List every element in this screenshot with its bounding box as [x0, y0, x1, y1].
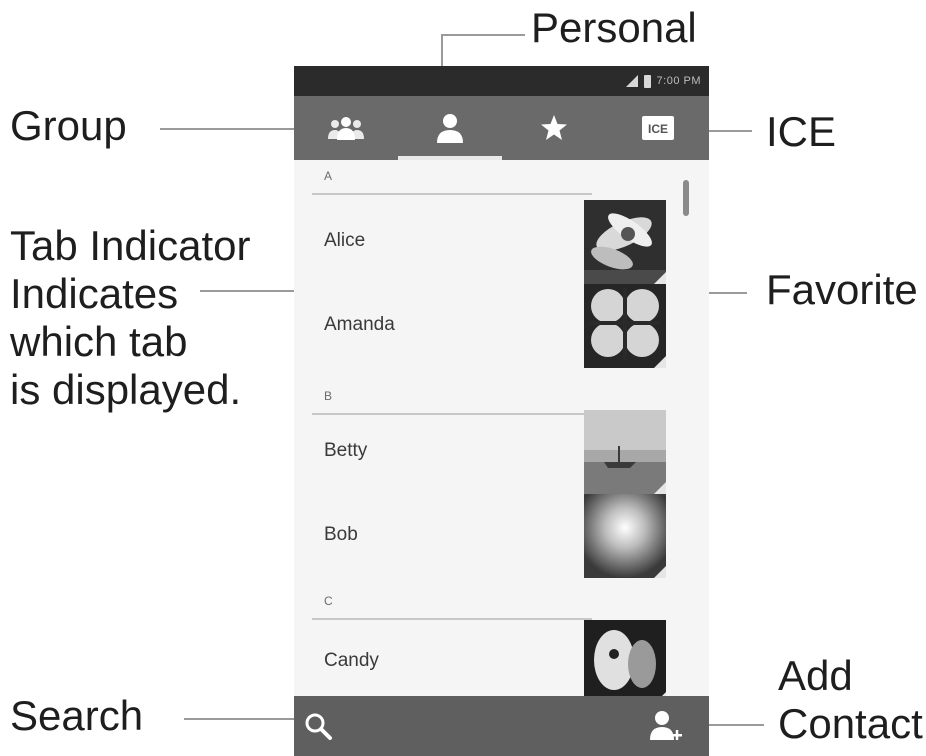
- add-contact-icon: [650, 711, 682, 740]
- tab-ice[interactable]: ICE: [606, 96, 709, 160]
- tab-group[interactable]: [294, 96, 398, 160]
- boat-photo: [584, 410, 666, 494]
- animal-photo: [584, 620, 666, 704]
- bottom-bar: [294, 696, 709, 756]
- battery-icon: [643, 74, 651, 88]
- svg-text:ICE: ICE: [648, 122, 668, 136]
- contact-photo: [584, 494, 666, 578]
- section-header: C: [312, 590, 592, 620]
- personal-leader-horizontal: [441, 34, 525, 36]
- search-callout: Search: [10, 692, 144, 739]
- contact-row-alice[interactable]: Alice: [294, 200, 709, 284]
- tab-indicator-callout: Tab Indicator Indicates which tab is dis…: [10, 222, 251, 413]
- star-icon: [541, 115, 567, 140]
- add-contact-button[interactable]: [648, 708, 684, 744]
- phone-screen: 7:00 PM ICE A Alice Amanda B Betty Bob C…: [294, 66, 709, 756]
- signal-icon: [625, 75, 638, 87]
- clover-photo: [584, 284, 666, 368]
- person-icon: [437, 114, 463, 143]
- status-bar: 7:00 PM: [294, 66, 709, 96]
- tab-personal[interactable]: [398, 96, 502, 160]
- contact-name: Candy: [324, 650, 379, 671]
- group-icon: [328, 117, 364, 140]
- contact-photo: [584, 284, 666, 368]
- contact-row-amanda[interactable]: Amanda: [294, 284, 709, 368]
- contact-name: Betty: [324, 440, 368, 461]
- contact-name: Bob: [324, 524, 358, 545]
- search-button[interactable]: [302, 710, 334, 742]
- contact-photo: [584, 410, 666, 494]
- personal-callout: Personal: [531, 4, 697, 51]
- contact-photo: [584, 620, 666, 704]
- section-header: A: [312, 165, 592, 195]
- contact-row-betty[interactable]: Betty: [294, 410, 709, 494]
- contact-row-candy[interactable]: Candy: [294, 620, 709, 704]
- contact-row-bob[interactable]: Bob: [294, 494, 709, 578]
- favorite-callout: Favorite: [766, 266, 918, 313]
- search-icon: [305, 713, 332, 740]
- group-callout: Group: [10, 102, 127, 149]
- tab-favorite[interactable]: [502, 96, 606, 160]
- flower-photo: [584, 200, 666, 284]
- contact-name: Alice: [324, 230, 366, 251]
- contact-photo: [584, 200, 666, 284]
- contact-name: Amanda: [324, 314, 395, 335]
- ice-badge-icon: ICE: [642, 116, 674, 140]
- sunburst-photo: [584, 494, 666, 578]
- action-bar: ICE: [294, 96, 709, 160]
- contact-list[interactable]: A Alice Amanda B Betty Bob C Candy: [294, 160, 709, 704]
- ice-callout: ICE: [766, 108, 837, 155]
- search-leader: [184, 718, 308, 720]
- add-contact-callout: Add Contact: [778, 652, 923, 747]
- status-clock: 7:00 PM: [656, 75, 701, 87]
